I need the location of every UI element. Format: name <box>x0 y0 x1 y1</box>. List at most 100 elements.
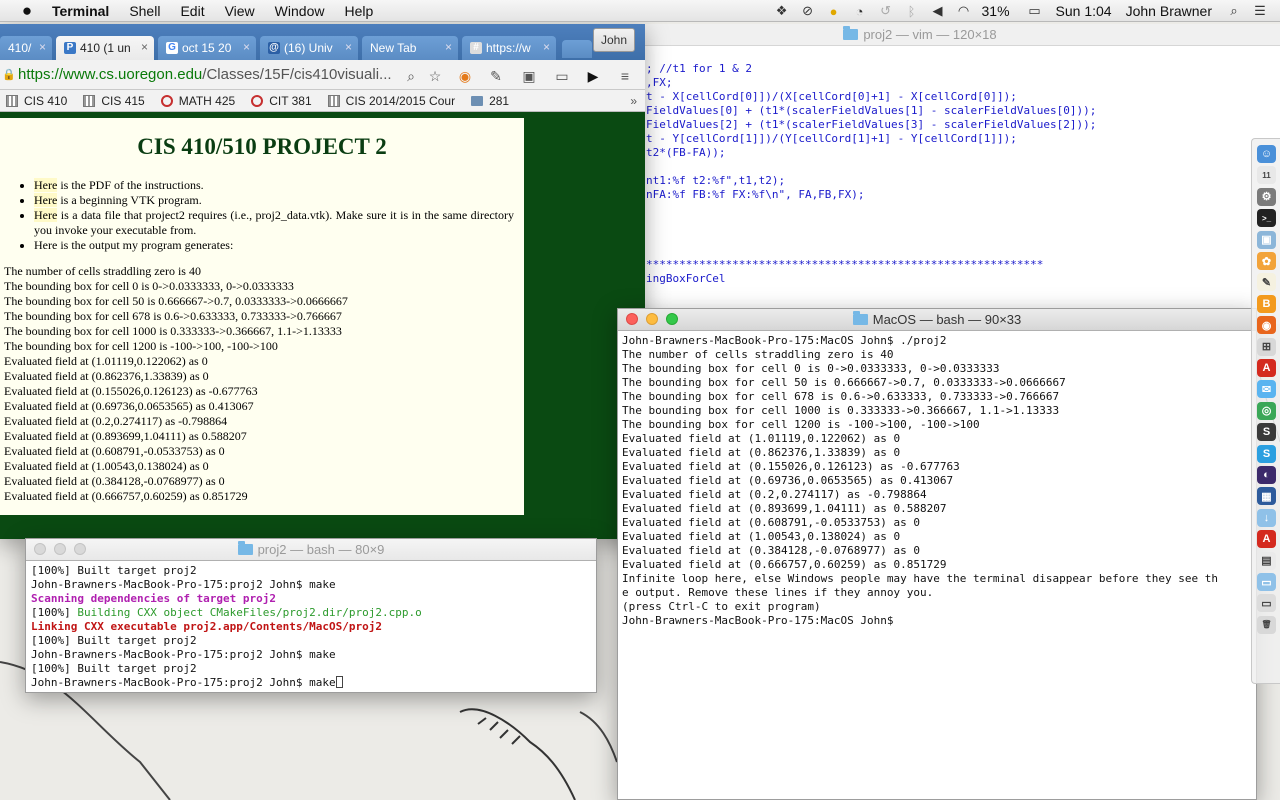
user-name[interactable]: John Brawner <box>1126 3 1212 19</box>
launchpad-icon[interactable]: ⊞ <box>1257 337 1276 356</box>
volume-icon[interactable]: ◀ <box>930 3 946 19</box>
disk-icon[interactable]: ▭ <box>1257 594 1276 613</box>
copy-icon[interactable]: ⊘ <box>800 3 816 19</box>
acrobat-icon[interactable]: A <box>1257 359 1276 377</box>
bookmark-item[interactable]: CIT 381 <box>251 94 312 108</box>
tab-close-icon[interactable]: × <box>141 40 148 54</box>
eclipse-icon[interactable]: ◐ <box>1257 466 1276 484</box>
terminal-macos-window[interactable]: MacOS — bash — 90×33 John-Brawners-MacBo… <box>617 308 1257 800</box>
menu-window[interactable]: Window <box>275 0 325 22</box>
photos-icon[interactable]: ✿ <box>1257 252 1276 270</box>
program-output: The number of cells straddling zero is 4… <box>0 264 524 504</box>
tab-label: oct 15 20 <box>182 41 232 55</box>
here-link[interactable]: Here <box>34 178 58 192</box>
terminal-proj2-window[interactable]: proj2 — bash — 80×9 [100%] Built target … <box>25 538 597 693</box>
close-button[interactable] <box>626 313 638 325</box>
bookmark-item[interactable]: 281 <box>471 94 509 108</box>
tab-close-icon[interactable]: × <box>39 40 46 54</box>
clock[interactable]: Sun 1:04 <box>1056 3 1112 19</box>
tab-close-icon[interactable]: × <box>243 40 250 54</box>
terminal-prompt-line[interactable]: John-Brawners-MacBook-Pro-175:proj2 John… <box>31 676 596 690</box>
search-icon[interactable]: ⌕ <box>402 67 420 85</box>
terminal-big-titlebar[interactable]: MacOS — bash — 90×33 <box>618 309 1256 331</box>
zoom-button[interactable] <box>74 543 86 555</box>
new-tab-button[interactable] <box>562 40 592 58</box>
sublime-icon[interactable]: S <box>1257 423 1276 442</box>
finder-icon[interactable]: ☺ <box>1257 145 1276 163</box>
messages-icon[interactable]: ✉ <box>1257 380 1276 399</box>
battery-percent[interactable]: 31% <box>982 3 1010 19</box>
minimize-button[interactable] <box>646 313 658 325</box>
zoom-button[interactable] <box>666 313 678 325</box>
terminal-line: The number of cells straddling zero is 4… <box>622 348 894 361</box>
tab-close-icon[interactable]: × <box>345 40 352 54</box>
browser-tab[interactable]: # https://w × <box>462 36 556 60</box>
dropbox-icon[interactable]: ❖ <box>774 3 790 19</box>
moon-icon[interactable]: ● <box>826 3 842 19</box>
here-link[interactable]: Here <box>34 208 58 222</box>
battery-icon[interactable]: ▭ <box>1024 3 1046 19</box>
pdf-icon[interactable]: A <box>1257 530 1276 549</box>
tab-close-icon[interactable]: × <box>445 40 452 54</box>
preview-icon[interactable]: ▣ <box>1257 230 1276 249</box>
browser-tab[interactable]: @ (16) Univ × <box>260 36 358 60</box>
menu-shell[interactable]: Shell <box>129 0 160 22</box>
vim-titlebar[interactable]: proj2 — vim — 120×18 <box>560 24 1280 46</box>
time-machine-icon[interactable]: ↺ <box>878 3 894 19</box>
wifi-icon[interactable]: ◠ <box>956 3 972 19</box>
extension-icon[interactable]: ◉ <box>456 67 474 85</box>
address-bar[interactable]: https://www.cs.uoregon.edu/Classes/15F/c… <box>18 65 450 85</box>
trash-icon[interactable]: 🗑 <box>1257 615 1276 634</box>
extension-tool-icon[interactable]: ✎ <box>487 67 505 85</box>
menu-help[interactable]: Help <box>344 0 373 22</box>
menu-app-name[interactable]: Terminal <box>52 0 109 22</box>
browser-tab[interactable]: P 410 (1 un × <box>56 36 154 60</box>
play-icon[interactable]: ▶ <box>584 67 602 85</box>
apple-menu-icon[interactable]: ● <box>18 1 36 20</box>
here-link[interactable]: Here <box>34 193 58 207</box>
calendar-icon[interactable]: 11 <box>1257 166 1276 185</box>
virtualbox-icon[interactable]: ▦ <box>1257 487 1276 506</box>
folder-icon[interactable]: ▭ <box>1257 573 1276 591</box>
bookmark-item[interactable]: CIS 410 <box>6 94 67 108</box>
browser-tab[interactable]: Goct 15 20 × <box>158 36 256 60</box>
bookmark-item[interactable]: CIS 415 <box>83 94 145 108</box>
downloads-folder-icon[interactable]: ↓ <box>1257 508 1276 527</box>
profile-button[interactable]: John <box>592 28 635 52</box>
terminal-big-output[interactable]: John-Brawners-MacBook-Pro-175:MacOS John… <box>618 331 1256 628</box>
terminal-small-output[interactable]: [100%] Built target proj2 John-Brawners-M… <box>26 561 596 690</box>
lock-icon[interactable]: 🔒 <box>2 68 16 82</box>
chrome-window[interactable]: 410/× P 410 (1 un × Goct 15 20 × @ (16) Univ × Ne… <box>0 24 645 539</box>
browser-tab[interactable]: 410/ × <box>0 36 52 60</box>
menu-view[interactable]: View <box>225 0 255 22</box>
bookmark-star-icon[interactable]: ☆ <box>426 67 444 85</box>
minimize-button[interactable] <box>54 543 66 555</box>
menu-edit[interactable]: Edit <box>180 0 204 22</box>
tab-close-icon[interactable]: × <box>543 40 550 54</box>
bookmark-item[interactable]: MATH 425 <box>160 94 235 108</box>
bluetooth-icon[interactable]: ᛒ <box>904 3 920 19</box>
cast-icon[interactable]: ▭ <box>553 67 571 85</box>
terminal-line: John-Brawners-MacBook-Pro-175:MacOS John… <box>622 614 894 627</box>
firefox-icon[interactable]: ◉ <box>1257 316 1276 335</box>
spotlight-search-icon[interactable]: ⌕ <box>1226 3 1242 19</box>
bookmark-item[interactable]: CIS 2014/2015 Cour <box>327 94 455 108</box>
close-button[interactable] <box>34 543 46 555</box>
terminal-cursor <box>335 676 343 688</box>
notification-center-icon[interactable]: ☰ <box>1252 3 1268 19</box>
vim-editor[interactable]: ; //t1 for 1 & 2 ,FX; t - X[cellCord[0]])/… <box>646 62 1096 286</box>
gauge-icon[interactable]: ◔ <box>852 3 868 19</box>
chrome-icon[interactable]: ◎ <box>1257 401 1276 420</box>
vim-window[interactable]: proj2 — vim — 120×18 ; //t1 for 1 & 2 ,FX… <box>560 24 1280 324</box>
skype-icon[interactable]: S <box>1257 444 1276 463</box>
menu-icon[interactable]: ≡ <box>616 67 634 85</box>
terminal-small-titlebar[interactable]: proj2 — bash — 80×9 <box>26 539 596 561</box>
extension-puzzle-icon[interactable]: ▣ <box>520 67 538 85</box>
documents-icon[interactable]: ▤ <box>1257 551 1276 570</box>
browser-tab[interactable]: New Tab × <box>362 36 458 60</box>
textedit-icon[interactable]: ✎ <box>1257 273 1276 292</box>
bookmarks-overflow-icon[interactable]: » <box>630 94 637 108</box>
ibooks-icon[interactable]: B <box>1257 294 1276 313</box>
system-preferences-icon[interactable]: ⚙ <box>1257 187 1276 206</box>
terminal-icon[interactable]: >_ <box>1257 209 1276 228</box>
